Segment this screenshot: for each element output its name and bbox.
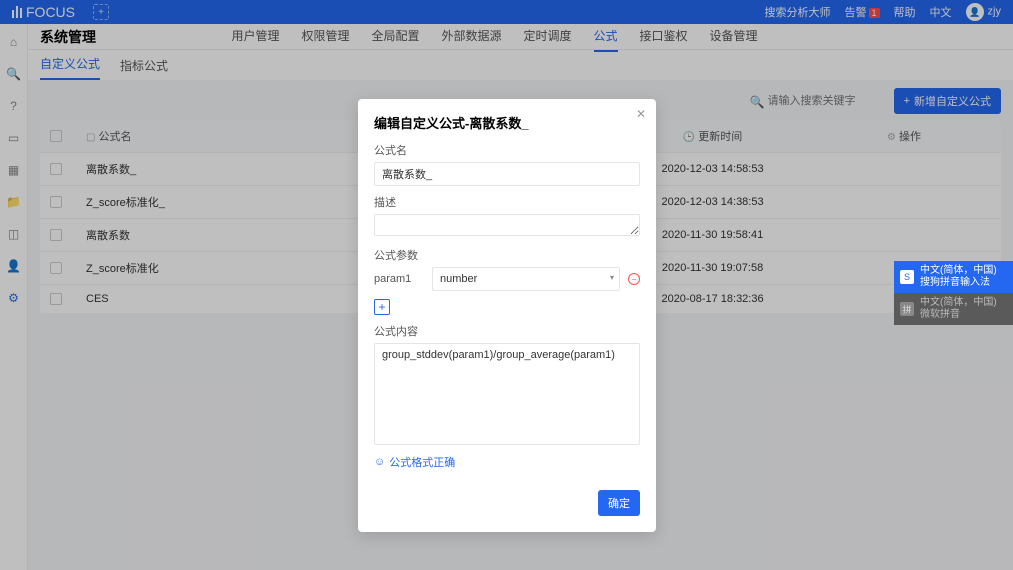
- formula-valid-hint: ☺公式格式正确: [374, 454, 640, 470]
- label-content: 公式内容: [374, 323, 640, 339]
- param-type-select[interactable]: [432, 267, 620, 291]
- formula-content-input[interactable]: group_stddev(param1)/group_average(param…: [374, 343, 640, 445]
- label-desc: 描述: [374, 194, 640, 210]
- delete-param-button[interactable]: −: [628, 273, 640, 285]
- label-name: 公式名: [374, 142, 640, 158]
- ime-selector: S 中文(简体，中国)搜狗拼音输入法 拼 中文(简体，中国)微软拼音: [894, 261, 1013, 325]
- edit-formula-modal: ✕ 编辑自定义公式-离散系数_ 公式名 描述 公式参数 param1 ▾ − +…: [358, 99, 656, 532]
- close-icon[interactable]: ✕: [636, 107, 646, 121]
- param-name: param1: [374, 273, 424, 285]
- label-params: 公式参数: [374, 247, 640, 263]
- ime-option-sogou[interactable]: S 中文(简体，中国)搜狗拼音输入法: [894, 261, 1013, 293]
- add-param-button[interactable]: +: [374, 299, 390, 315]
- formula-name-input[interactable]: [374, 162, 640, 186]
- ime-badge-icon: S: [900, 270, 914, 284]
- confirm-button[interactable]: 确定: [598, 490, 640, 516]
- check-icon: ☺: [374, 456, 385, 468]
- ime-option-ms[interactable]: 拼 中文(简体，中国)微软拼音: [894, 293, 1013, 325]
- ime-badge-icon: 拼: [900, 302, 914, 316]
- formula-desc-input[interactable]: [374, 214, 640, 236]
- modal-title: 编辑自定义公式-离散系数_: [374, 113, 640, 132]
- chevron-down-icon: ▾: [610, 273, 614, 282]
